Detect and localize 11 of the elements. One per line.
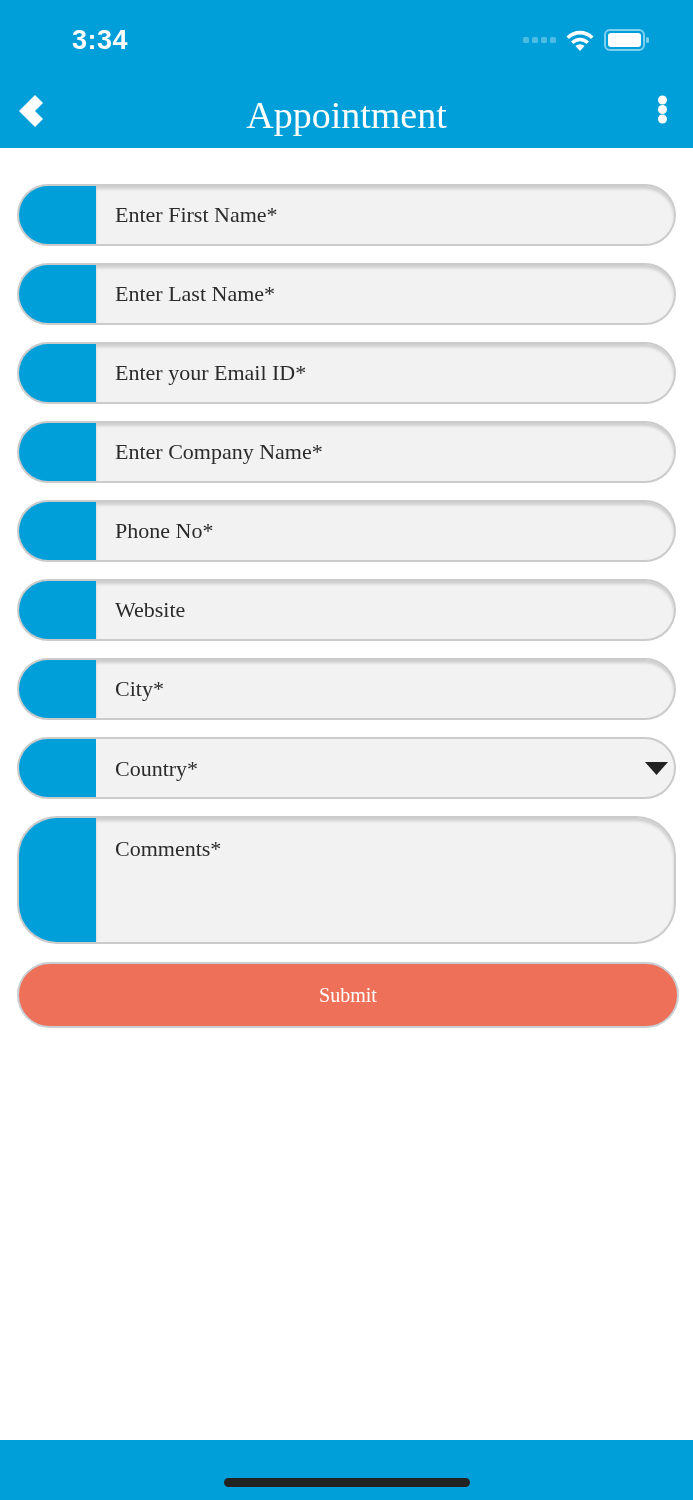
- battery-icon: [604, 29, 649, 51]
- more-vertical-icon: [656, 94, 668, 124]
- caret-down-icon: [645, 761, 668, 775]
- back-chevron-icon: [19, 95, 43, 127]
- screen-title: Appointment: [246, 96, 447, 134]
- wifi-icon: [566, 29, 594, 51]
- back-button[interactable]: [18, 94, 44, 128]
- country-dropdown[interactable]: Country*: [96, 737, 676, 799]
- signal-icon: [523, 37, 556, 43]
- menu-button[interactable]: [655, 94, 669, 124]
- status-time: 3:34: [72, 26, 129, 54]
